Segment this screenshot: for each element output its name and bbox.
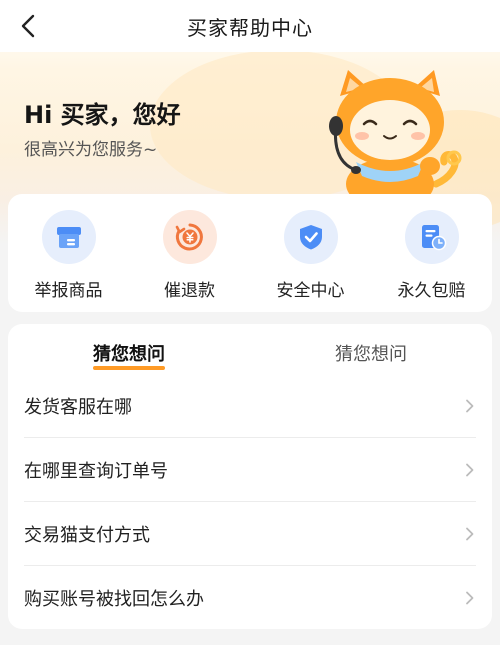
chevron-left-icon: [21, 14, 35, 38]
quick-action-refund[interactable]: 催退款: [135, 210, 245, 301]
quick-action-label: 催退款: [164, 281, 215, 301]
tab-label: 猜您想问: [93, 344, 165, 365]
faq-question: 发货客服在哪: [24, 396, 132, 418]
greeting-subtitle: 很高兴为您服务~: [24, 140, 158, 160]
help-center-page: 买家帮助中心 Hi 买家，您好 很高兴为您服务~ 举报商品 催退款 安全中心 永…: [0, 0, 500, 645]
quick-action-label: 举报商品: [34, 281, 103, 301]
quick-action-security[interactable]: 安全中心: [256, 210, 366, 301]
chevron-right-icon: [462, 463, 476, 477]
nav-bar: 买家帮助中心: [0, 0, 500, 52]
faq-tabs: 猜您想问 猜您想问: [8, 324, 492, 374]
back-button[interactable]: [10, 8, 46, 44]
quick-action-report[interactable]: 举报商品: [14, 210, 124, 301]
faq-question: 在哪里查询订单号: [24, 460, 168, 482]
quick-action-label: 永久包赔: [397, 281, 466, 301]
chevron-right-icon: [462, 591, 476, 605]
shield-check-icon: [283, 210, 338, 264]
refund-yen-icon: [162, 210, 217, 264]
faq-item[interactable]: 交易猫支付方式: [24, 502, 476, 566]
tab-label: 猜您想问: [335, 344, 407, 365]
faq-item[interactable]: 发货客服在哪: [24, 374, 476, 438]
tab-guess-secondary[interactable]: 猜您想问: [250, 324, 492, 374]
faq-item[interactable]: 在哪里查询订单号: [24, 438, 476, 502]
document-clock-icon: [404, 210, 459, 264]
chevron-right-icon: [462, 527, 476, 541]
report-box-icon: [41, 210, 96, 264]
chevron-right-icon: [462, 399, 476, 413]
quick-action-label: 安全中心: [276, 281, 345, 301]
quick-action-compensation[interactable]: 永久包赔: [377, 210, 487, 301]
faq-question: 交易猫支付方式: [24, 524, 150, 546]
faq-question: 购买账号被找回怎么办: [24, 589, 204, 610]
quick-actions-card: 举报商品 催退款 安全中心 永久包赔: [8, 194, 492, 312]
page-title: 买家帮助中心: [187, 15, 313, 40]
tab-guess-primary[interactable]: 猜您想问: [8, 324, 250, 374]
faq-list: 发货客服在哪 在哪里查询订单号 交易猫支付方式 购买账号被找回怎么办: [8, 374, 492, 629]
faq-item[interactable]: 购买账号被找回怎么办: [24, 566, 476, 629]
cat-mascot-icon: [329, 70, 462, 198]
faq-card: 猜您想问 猜您想问 发货客服在哪 在哪里查询订单号 交易猫支付方式 购买账号被找…: [8, 324, 492, 629]
greeting-title: Hi 买家，您好: [24, 101, 181, 129]
active-tab-indicator: [93, 366, 165, 370]
